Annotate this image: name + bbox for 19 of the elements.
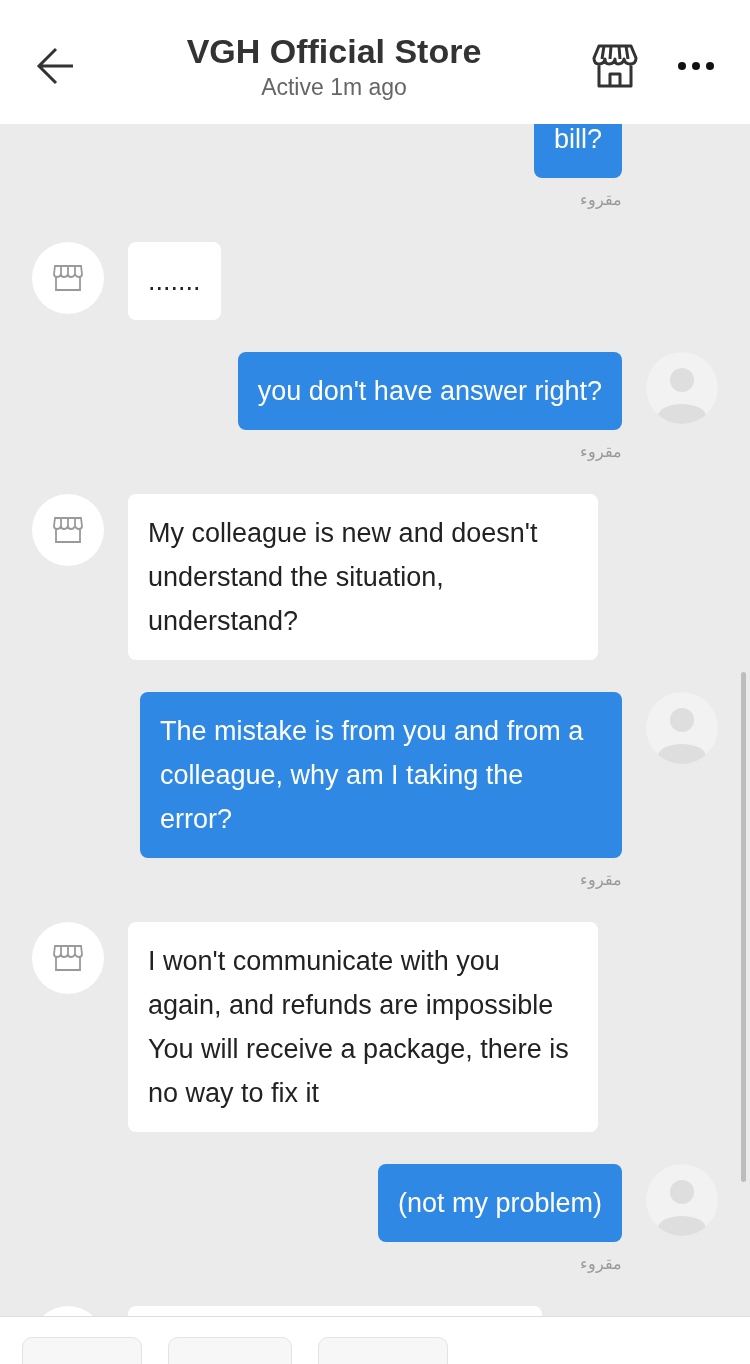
message-bubble: bill? bbox=[533, 124, 622, 178]
store-icon bbox=[52, 264, 84, 292]
read-receipt: مقروء bbox=[580, 190, 622, 211]
store-icon bbox=[52, 944, 84, 972]
message-bubble: I won't communicate with you again, and refunds are impossible You will receive a package, there is no way to fix it bbox=[128, 922, 598, 1132]
message-bubble: My colleague is new and doesn't understand the situation, understand? bbox=[128, 494, 598, 660]
store-icon[interactable] bbox=[592, 44, 638, 88]
message-bubble: you don't have answer right? bbox=[237, 352, 622, 430]
message-bubble: ....... bbox=[128, 242, 221, 320]
read-receipt: مقروء bbox=[580, 442, 622, 463]
back-icon[interactable] bbox=[36, 47, 76, 85]
message-bubble: The mistake is from you and from a colleague, why am I taking the error? bbox=[140, 692, 622, 858]
message-bubble: (not my problem) bbox=[377, 1164, 622, 1242]
read-receipt: مقروء bbox=[580, 1254, 622, 1275]
active-status: Active 1m ago bbox=[261, 73, 407, 102]
store-icon bbox=[52, 516, 84, 544]
store-title: VGH Official Store bbox=[186, 31, 482, 72]
read-receipt: مقروء bbox=[580, 870, 622, 891]
more-icon[interactable] bbox=[678, 62, 714, 70]
